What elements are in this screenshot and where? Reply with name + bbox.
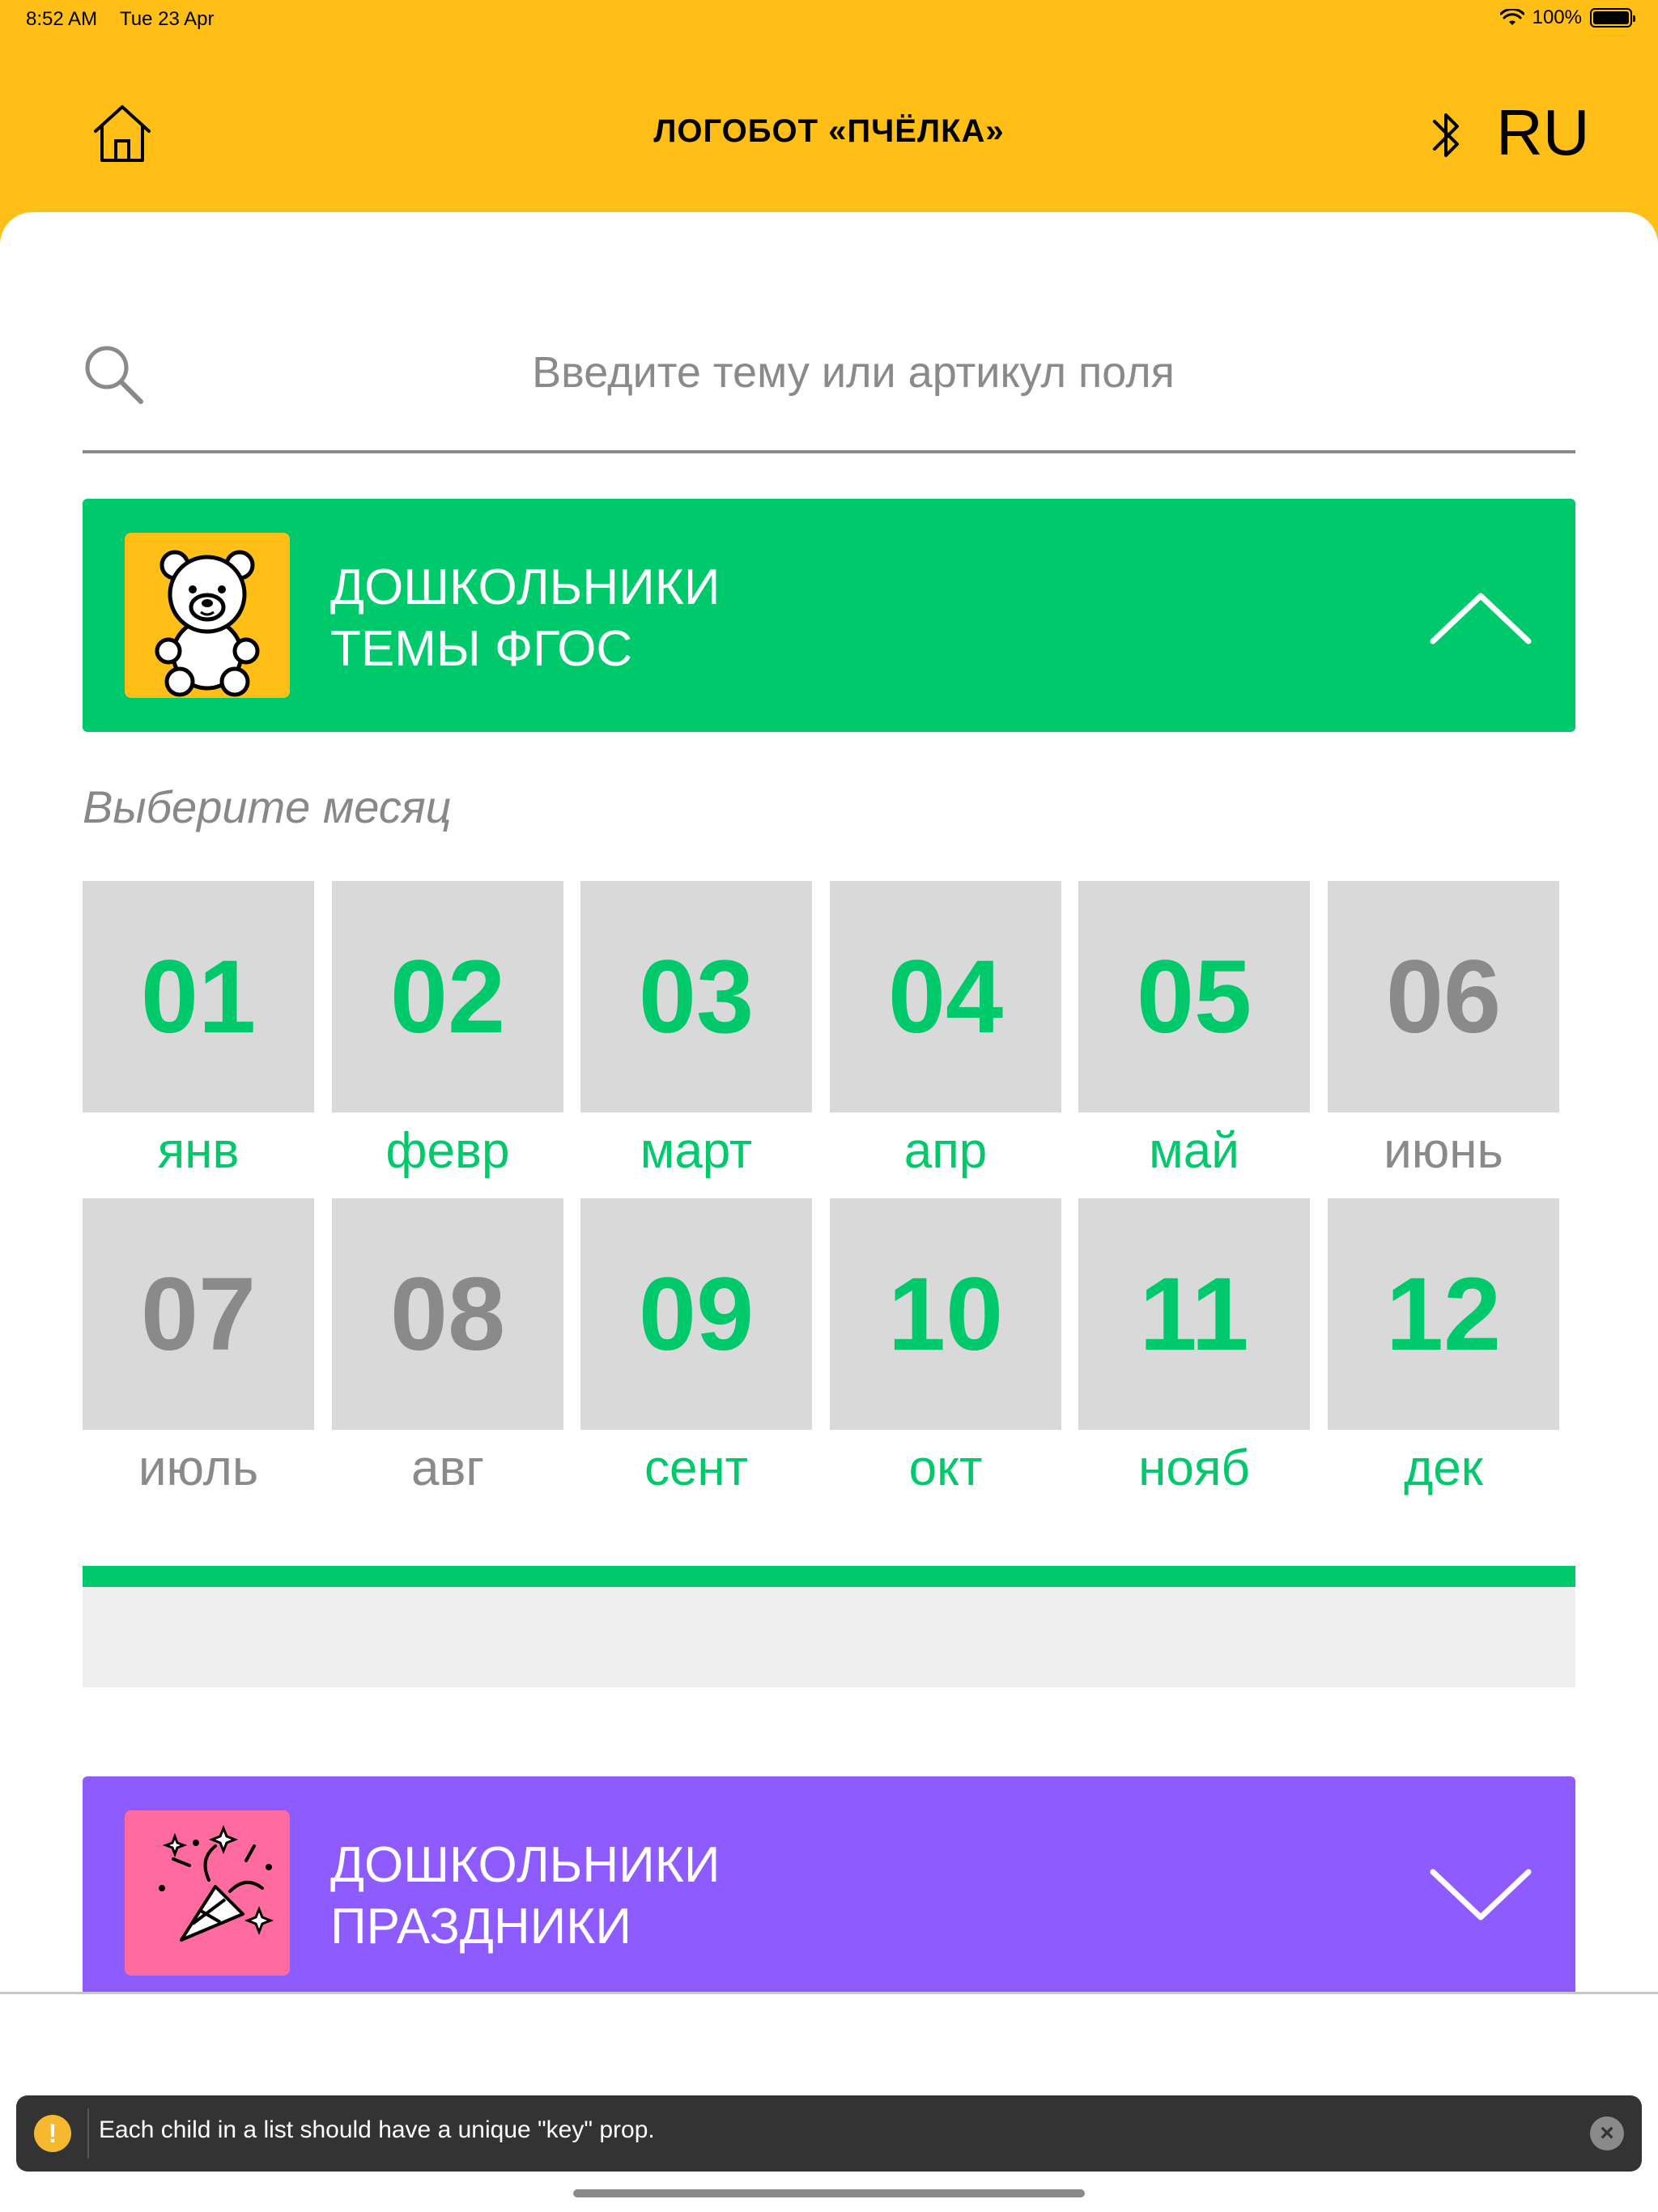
app-title: ЛОГОБОТ «ПЧЁЛКА» [653, 113, 1005, 149]
month-10[interactable]: 10 окт [830, 1198, 1061, 1497]
category-title-line2: ТЕМЫ ФГОС [330, 621, 633, 677]
battery-percent: 100% [1532, 6, 1582, 28]
month-number[interactable]: 11 [1078, 1198, 1310, 1430]
party-popper-icon [159, 1824, 274, 1942]
toast-message: Each child in a list should have a uniqu… [99, 2116, 655, 2143]
month-number[interactable]: 12 [1328, 1198, 1559, 1430]
month-09[interactable]: 09 сент [580, 1198, 812, 1497]
month-08[interactable]: 08 авг [332, 1198, 563, 1497]
category-preschool-holidays[interactable]: ДОШКОЛЬНИКИ ПРАЗДНИКИ [83, 1776, 1575, 1992]
month-03[interactable]: 03 март [580, 881, 812, 1180]
month-number[interactable]: 04 [830, 881, 1061, 1112]
month-05[interactable]: 05 май [1078, 881, 1310, 1180]
bluetooth-icon[interactable] [1426, 105, 1467, 165]
month-name: март [640, 1123, 753, 1179]
category-thumbnail [125, 1810, 290, 1976]
category-title: ДОШКОЛЬНИКИ ПРАЗДНИКИ [330, 1835, 720, 1958]
progress-bar [83, 1566, 1575, 1687]
month-11[interactable]: 11 нояб [1078, 1198, 1310, 1497]
teddy-bear-icon [155, 550, 260, 697]
search-icon [85, 346, 143, 404]
month-number[interactable]: 02 [332, 881, 563, 1112]
month-number[interactable]: 08 [332, 1198, 563, 1430]
chevron-up-icon[interactable] [1428, 589, 1533, 646]
month-number[interactable]: 03 [580, 881, 812, 1112]
warning-toast[interactable]: ! Each child in a list should have a uni… [16, 2095, 1642, 2172]
close-icon[interactable]: × [1590, 2116, 1624, 2150]
month-04[interactable]: 04 апр [830, 881, 1061, 1180]
month-name: нояб [1138, 1440, 1250, 1496]
home-indicator[interactable] [573, 2189, 1085, 2197]
month-prompt: Выберите месяц [83, 781, 452, 832]
search-bar[interactable] [83, 324, 1656, 453]
month-name: окт [908, 1440, 983, 1496]
status-time: 8:52 AM [26, 8, 98, 30]
month-name: июнь [1384, 1123, 1503, 1179]
month-01[interactable]: 01 янв [83, 881, 314, 1180]
month-name: февр [385, 1123, 510, 1179]
month-06[interactable]: 06 июнь [1328, 881, 1559, 1180]
month-name: май [1149, 1123, 1239, 1179]
category-title-line2: ПРАЗДНИКИ [330, 1899, 631, 1955]
month-number[interactable]: 01 [83, 881, 314, 1112]
month-name: авг [410, 1440, 485, 1496]
month-07[interactable]: 07 июль [83, 1198, 314, 1497]
status-date: Tue 23 Apr [120, 8, 215, 30]
app-header: 8:52 AM Tue 23 Apr 100% ЛОГОБОТ «ПЧЁЛКА»… [0, 0, 1658, 243]
category-preschool-fgos-themes[interactable]: ДОШКОЛЬНИКИ ТЕМЫ ФГОС [83, 499, 1575, 732]
month-number[interactable]: 10 [830, 1198, 1061, 1430]
category-title-line1: ДОШКОЛЬНИКИ [330, 559, 721, 615]
month-12[interactable]: 12 дек [1328, 1198, 1559, 1497]
chevron-down-icon[interactable] [1428, 1867, 1533, 1924]
month-name: янв [157, 1123, 240, 1179]
progress-fill [83, 1566, 1575, 1587]
month-name: июль [138, 1440, 259, 1496]
status-indicators: 100% [1499, 6, 1635, 29]
month-number[interactable]: 05 [1078, 881, 1310, 1112]
month-number[interactable]: 07 [83, 1198, 314, 1430]
month-number[interactable]: 09 [580, 1198, 812, 1430]
category-thumbnail [125, 533, 290, 698]
month-number[interactable]: 06 [1328, 881, 1559, 1112]
search-input[interactable] [164, 332, 1656, 413]
battery-icon [1590, 8, 1635, 28]
category-title-line1: ДОШКОЛЬНИКИ [330, 1837, 721, 1893]
category-title: ДОШКОЛЬНИКИ ТЕМЫ ФГОС [330, 557, 720, 680]
month-name: сент [644, 1440, 749, 1496]
month-name: дек [1404, 1440, 1483, 1496]
warning-icon: ! [34, 2115, 71, 2152]
month-02[interactable]: 02 февр [332, 881, 563, 1180]
toast-divider [87, 2108, 89, 2159]
month-name: апр [903, 1123, 988, 1179]
language-switch[interactable]: RU [1496, 96, 1590, 170]
wifi-icon [1499, 9, 1524, 25]
